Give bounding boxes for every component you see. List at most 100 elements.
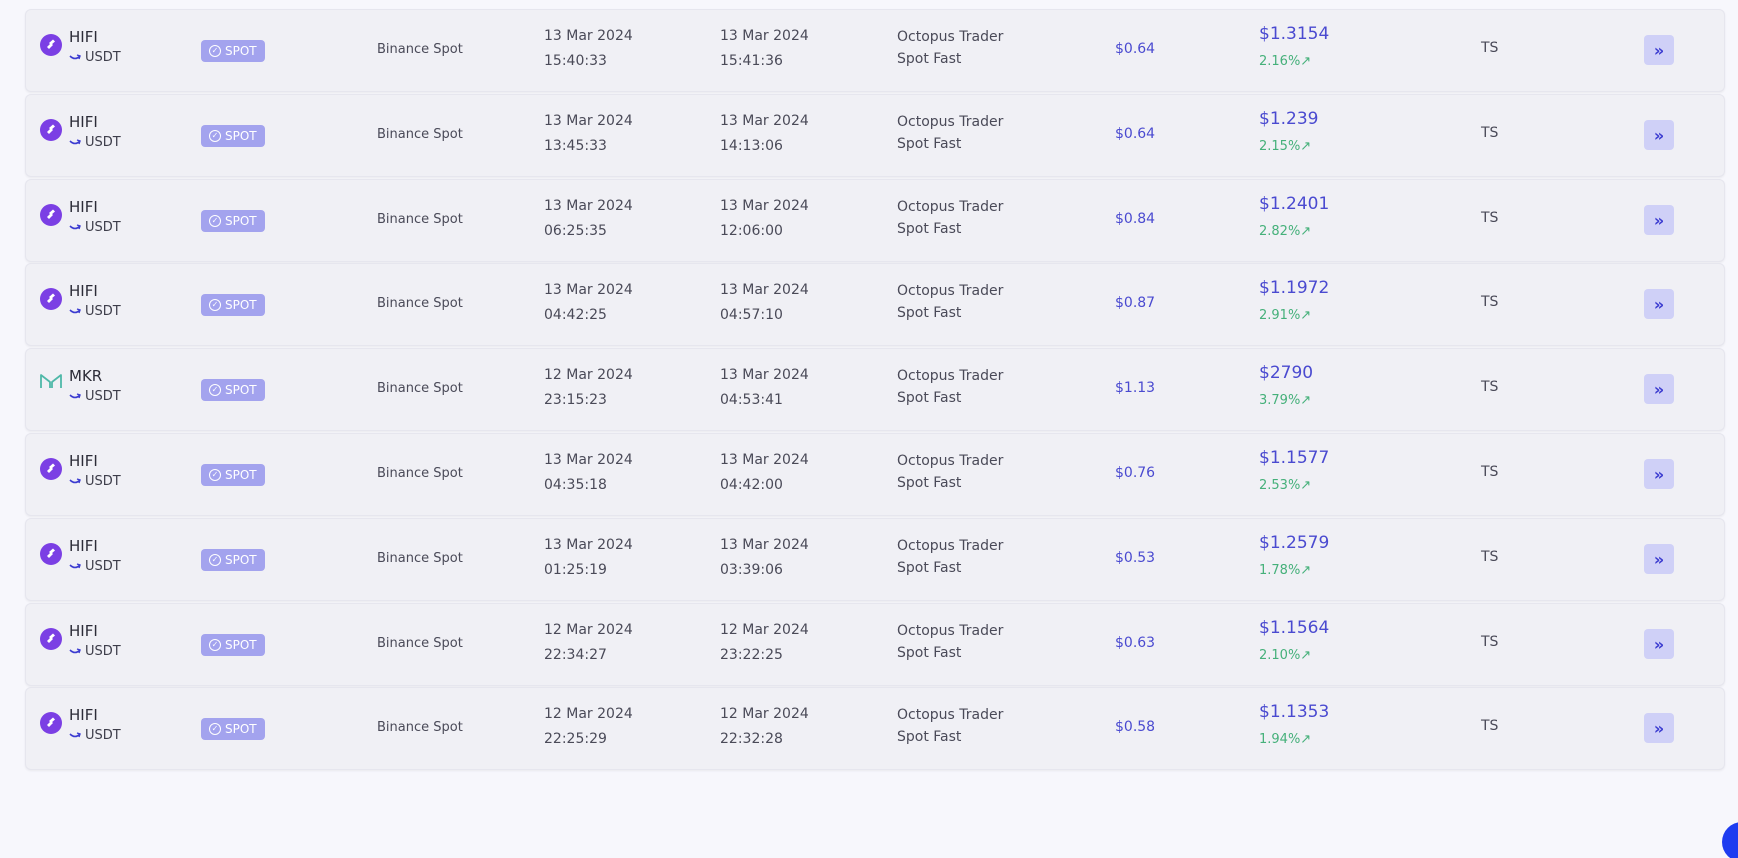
- base-asset: HIFI: [69, 706, 98, 724]
- close-time: 15:41:36: [720, 53, 783, 69]
- close-time: 14:13:06: [720, 138, 783, 154]
- chat-launcher-button[interactable]: [1722, 822, 1738, 858]
- close-time: 04:53:41: [720, 392, 783, 408]
- profit-value: $0.63: [1115, 635, 1156, 651]
- badge-label: SPOT: [225, 44, 257, 58]
- quote-asset-label: USDT: [85, 220, 121, 235]
- check-circle-icon: ✓: [209, 384, 221, 396]
- quote-asset-label: USDT: [85, 50, 121, 65]
- open-datetime: 13 Mar 2024 15:40:33: [544, 24, 633, 74]
- quote-asset-label: USDT: [85, 474, 121, 489]
- open-datetime: 13 Mar 2024 04:42:25: [544, 278, 633, 328]
- owner-initials: TS: [1481, 379, 1499, 395]
- profit-percent: 2.10%↗: [1259, 648, 1312, 663]
- check-circle-icon: ✓: [209, 130, 221, 142]
- quote-asset-label: USDT: [85, 135, 121, 150]
- open-date: 13 Mar 2024: [544, 28, 633, 44]
- bot-name: Octopus Trader Spot Fast: [897, 196, 1003, 240]
- exchange-name: Binance Spot: [377, 381, 463, 396]
- profit-value: $1.13: [1115, 380, 1156, 396]
- badge-label: SPOT: [225, 383, 257, 397]
- profit-percent: 1.94%↗: [1259, 732, 1312, 747]
- double-chevron-right-icon: »: [1653, 718, 1665, 738]
- trade-row: HIFI USDT ✓ SPOT Binance Spot 13 Mar 2024 04:4…: [25, 263, 1725, 346]
- pair-arrow-icon: [69, 307, 81, 316]
- bot-name-line2: Spot Fast: [897, 560, 962, 576]
- close-time: 04:42:00: [720, 477, 783, 493]
- close-date: 13 Mar 2024: [720, 452, 809, 468]
- profit-percent: 2.15%↗: [1259, 139, 1312, 154]
- close-datetime: 13 Mar 2024 04:42:00: [720, 448, 809, 498]
- check-circle-icon: ✓: [209, 723, 221, 735]
- price-value: $1.239: [1259, 109, 1319, 129]
- base-asset: MKR: [69, 367, 103, 385]
- bot-name-line1: Octopus Trader: [897, 29, 1004, 45]
- bot-name-line2: Spot Fast: [897, 390, 962, 406]
- quote-asset: USDT: [69, 728, 121, 743]
- bot-name-line2: Spot Fast: [897, 136, 962, 152]
- price-value: $1.1972: [1259, 278, 1330, 298]
- trade-row: HIFI USDT ✓ SPOT Binance Spot 12 Mar 2024 22:3…: [25, 603, 1725, 686]
- profit-value: $0.76: [1115, 465, 1156, 481]
- check-circle-icon: ✓: [209, 554, 221, 566]
- quote-asset: USDT: [69, 135, 121, 150]
- base-asset: HIFI: [69, 452, 98, 470]
- hifi-coin-icon: [40, 712, 62, 734]
- pair-arrow-icon: [69, 392, 81, 401]
- owner-initials: TS: [1481, 125, 1499, 141]
- badge-label: SPOT: [225, 553, 257, 567]
- open-datetime: 13 Mar 2024 04:35:18: [544, 448, 633, 498]
- double-chevron-right-button[interactable]: »: [1644, 544, 1674, 574]
- owner-initials: TS: [1481, 210, 1499, 226]
- double-chevron-right-button[interactable]: »: [1644, 120, 1674, 150]
- open-date: 12 Mar 2024: [544, 706, 633, 722]
- bot-name-line1: Octopus Trader: [897, 368, 1004, 384]
- double-chevron-right-icon: »: [1653, 210, 1665, 230]
- open-datetime: 12 Mar 2024 22:25:29: [544, 702, 633, 752]
- trade-row: HIFI USDT ✓ SPOT Binance Spot 13 Mar 2024 04:3…: [25, 433, 1725, 516]
- price-value: $1.1577: [1259, 448, 1330, 468]
- open-time: 06:25:35: [544, 223, 607, 239]
- close-datetime: 13 Mar 2024 03:39:06: [720, 533, 809, 583]
- double-chevron-right-button[interactable]: »: [1644, 629, 1674, 659]
- double-chevron-right-button[interactable]: »: [1644, 289, 1674, 319]
- quote-asset: USDT: [69, 474, 121, 489]
- double-chevron-right-button[interactable]: »: [1644, 713, 1674, 743]
- exchange-name: Binance Spot: [377, 296, 463, 311]
- bot-name-line1: Octopus Trader: [897, 707, 1004, 723]
- open-date: 13 Mar 2024: [544, 198, 633, 214]
- bot-name-line2: Spot Fast: [897, 475, 962, 491]
- close-datetime: 12 Mar 2024 22:32:28: [720, 702, 809, 752]
- price-value: $1.1564: [1259, 618, 1330, 638]
- double-chevron-right-button[interactable]: »: [1644, 35, 1674, 65]
- profit-percent: 2.82%↗: [1259, 224, 1312, 239]
- double-chevron-right-icon: »: [1653, 549, 1665, 569]
- pair-arrow-icon: [69, 731, 81, 740]
- exchange-name: Binance Spot: [377, 551, 463, 566]
- close-date: 13 Mar 2024: [720, 198, 809, 214]
- open-date: 13 Mar 2024: [544, 537, 633, 553]
- close-date: 13 Mar 2024: [720, 537, 809, 553]
- open-time: 04:42:25: [544, 307, 607, 323]
- profit-percent: 3.79%↗: [1259, 393, 1312, 408]
- profit-value: $0.84: [1115, 211, 1156, 227]
- price-value: $1.1353: [1259, 702, 1330, 722]
- bot-name: Octopus Trader Spot Fast: [897, 450, 1003, 494]
- close-time: 22:32:28: [720, 731, 783, 747]
- profit-value: $0.87: [1115, 295, 1156, 311]
- open-datetime: 12 Mar 2024 22:34:27: [544, 618, 633, 668]
- pair-arrow-icon: [69, 138, 81, 147]
- base-asset: HIFI: [69, 113, 98, 131]
- double-chevron-right-button[interactable]: »: [1644, 205, 1674, 235]
- mkr-coin-icon: [40, 373, 62, 395]
- hifi-coin-icon: [40, 34, 62, 56]
- double-chevron-right-button[interactable]: »: [1644, 459, 1674, 489]
- double-chevron-right-button[interactable]: »: [1644, 374, 1674, 404]
- bot-name: Octopus Trader Spot Fast: [897, 365, 1003, 409]
- bot-name: Octopus Trader Spot Fast: [897, 620, 1003, 664]
- pair-arrow-icon: [69, 647, 81, 656]
- close-datetime: 13 Mar 2024 15:41:36: [720, 24, 809, 74]
- close-time: 23:22:25: [720, 647, 783, 663]
- owner-initials: TS: [1481, 634, 1499, 650]
- pair-arrow-icon: [69, 223, 81, 232]
